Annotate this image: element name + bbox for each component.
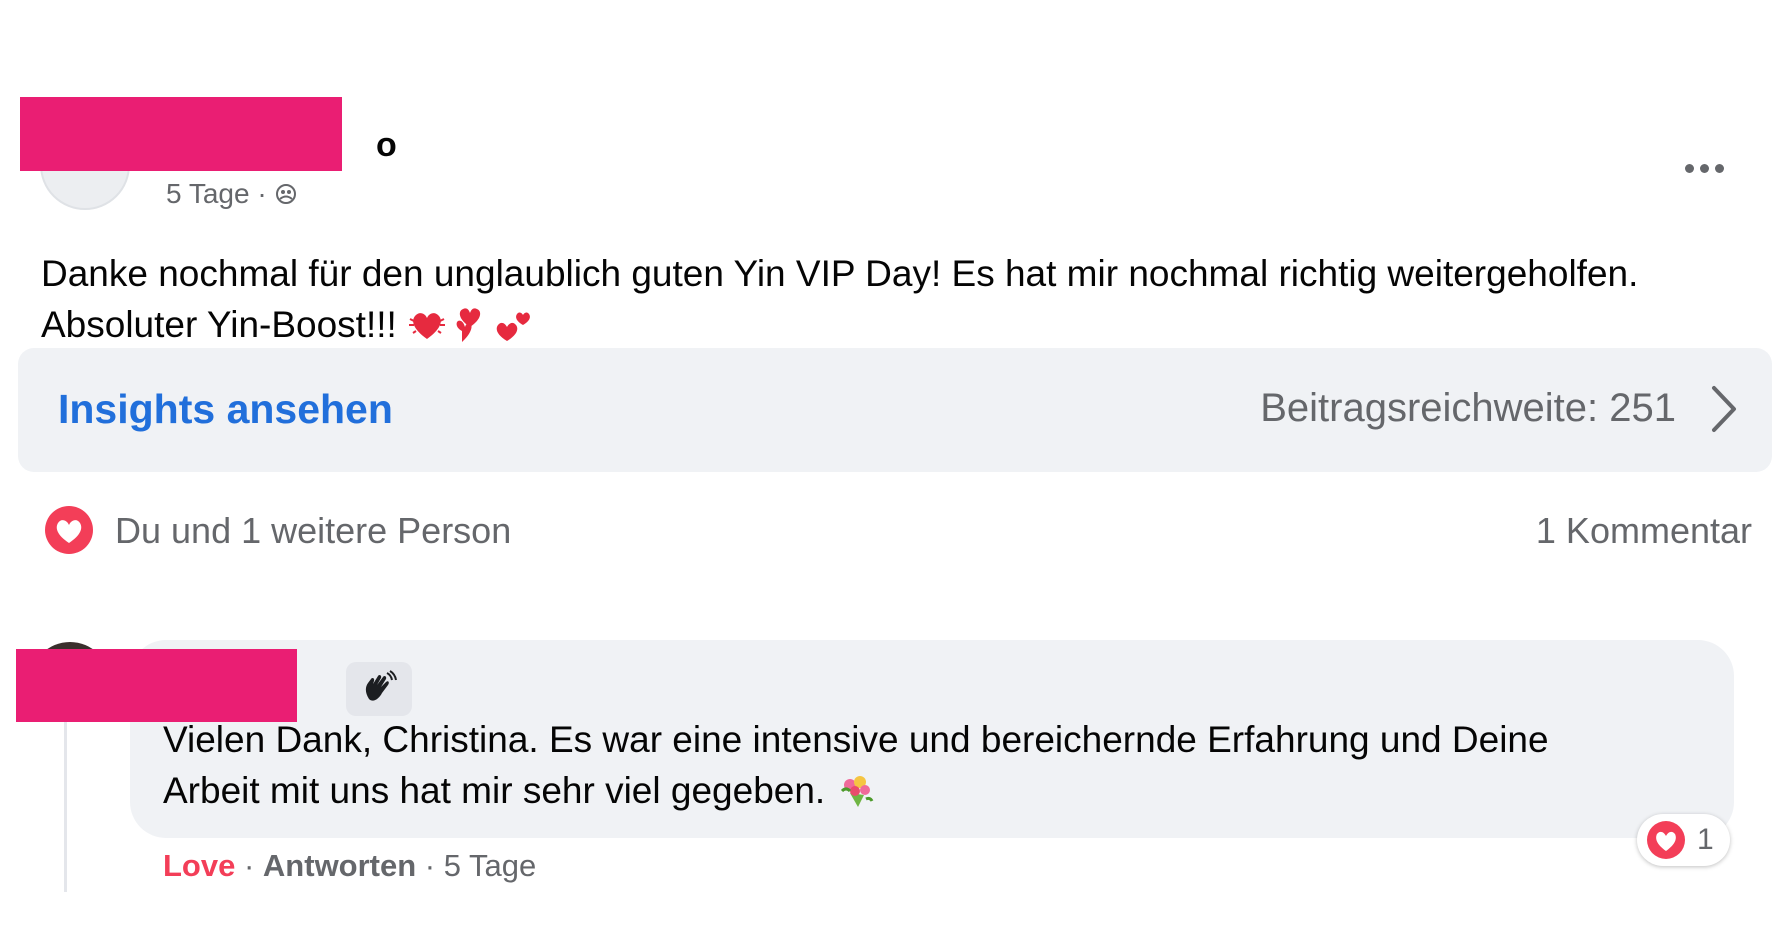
- reaction-summary[interactable]: Du und 1 weitere Person: [115, 510, 511, 552]
- comment-text-line-2: Arbeit mit uns hat mir sehr viel gegeben…: [163, 765, 1723, 816]
- post-reach: Beitragsreichweite: 251: [1260, 386, 1676, 430]
- chevron-right-icon[interactable]: [1704, 382, 1744, 436]
- commenter-badge[interactable]: [346, 662, 412, 716]
- audience-icon[interactable]: [274, 182, 298, 206]
- post-time[interactable]: 5 Tage: [166, 178, 250, 209]
- comment-text: Vielen Dank, Christina. Es war eine inte…: [163, 714, 1723, 816]
- post-author-name[interactable]: o: [376, 126, 397, 165]
- redaction-author-name: [20, 97, 342, 171]
- bouquet-icon: [840, 776, 873, 807]
- post-meta: 5 Tage ·: [166, 178, 298, 210]
- thread-line: [64, 722, 67, 892]
- comment-reaction-count[interactable]: 1: [1637, 814, 1730, 866]
- comment-reaction-number: 1: [1697, 823, 1714, 856]
- post-text-line-2: Absoluter Yin-Boost!!!: [41, 299, 1761, 350]
- waving-hand-icon: [365, 670, 397, 701]
- comment-time[interactable]: 5 Tage: [444, 848, 537, 883]
- post-text: Danke nochmal für den unglaublich guten …: [41, 248, 1761, 350]
- insights-bar[interactable]: Insights ansehen Beitragsreichweite: 251: [18, 348, 1772, 472]
- more-dot: [1714, 163, 1724, 173]
- action-separator: ·: [235, 848, 263, 883]
- insights-link[interactable]: Insights ansehen: [58, 386, 393, 433]
- action-separator: ·: [416, 848, 444, 883]
- meta-separator: ·: [249, 178, 275, 209]
- comment-text-line-2-text: Arbeit mit uns hat mir sehr viel gegeben…: [163, 770, 826, 811]
- reply-button[interactable]: Antworten: [263, 848, 416, 883]
- two-hearts-icon: [496, 312, 531, 341]
- more-dot: [1699, 163, 1709, 173]
- love-button[interactable]: Love: [163, 848, 235, 883]
- post-text-line-2-text: Absoluter Yin-Boost!!!: [41, 304, 397, 345]
- comment-actions: Love · Antworten · 5 Tage: [163, 848, 536, 884]
- comment-count[interactable]: 1 Kommentar: [1536, 510, 1752, 552]
- comment-text-line-1: Vielen Dank, Christina. Es war eine inte…: [163, 719, 1549, 760]
- more-options-icon: [1684, 163, 1694, 173]
- love-reaction-icon[interactable]: [43, 504, 95, 556]
- heartbeat-heart-icon: [409, 313, 446, 339]
- love-reaction-icon: [1647, 821, 1685, 859]
- redaction-commenter-name: [16, 649, 297, 722]
- heart-exclamation-icon: [456, 308, 481, 342]
- post-text-line-1: Danke nochmal für den unglaublich guten …: [41, 253, 1639, 294]
- more-options-button[interactable]: [1674, 150, 1734, 186]
